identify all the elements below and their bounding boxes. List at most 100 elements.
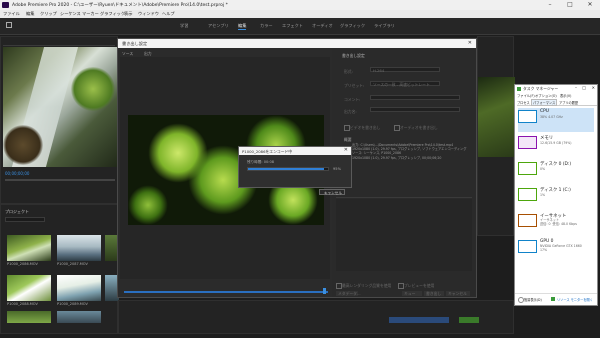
- export-dialog-titlebar: 書き出し設定 ✕: [118, 39, 476, 48]
- home-icon[interactable]: [6, 22, 12, 28]
- menu-file[interactable]: ファイル: [3, 11, 20, 17]
- clip-thumbnail[interactable]: [57, 275, 101, 301]
- tm-perf-gpu[interactable]: GPU 0 NVIDIA GeForce GTX 1660 17%: [518, 238, 594, 262]
- export-dialog-title: 書き出し設定: [122, 41, 148, 46]
- tm-tab-processes[interactable]: プロセス: [517, 100, 530, 105]
- source-monitor-tabs: [3, 39, 115, 46]
- task-manager-minimize[interactable]: –: [575, 85, 577, 90]
- menu-clip[interactable]: クリップ: [40, 11, 57, 17]
- tm-tab-app-history[interactable]: アプリの履歴: [559, 100, 578, 105]
- task-manager-tabs: プロセス パフォーマンス アプリの履歴: [517, 99, 597, 106]
- timeline-track[interactable]: [389, 317, 449, 323]
- ethernet-graph: [518, 214, 537, 227]
- tm-perf-ethernet[interactable]: イーサネット イーサネット 送信: 0 受信: 48.0 Kbps: [518, 212, 594, 236]
- tm-menu-view[interactable]: 表示(V): [560, 93, 571, 98]
- workspace-editing[interactable]: 編集: [238, 23, 247, 30]
- workspace-color[interactable]: カラー: [260, 23, 273, 29]
- progress-bar-fill: [248, 168, 324, 170]
- workspace-assembly[interactable]: アセンブリ: [208, 23, 229, 29]
- source-timecode: 00;00;00;00: [5, 171, 30, 176]
- disk1-graph: [518, 188, 537, 201]
- progress-percent: 95%: [333, 167, 341, 171]
- ethernet-value: イーサネット 送信: 0 受信: 48.0 Kbps: [540, 218, 577, 226]
- clip-thumbnail[interactable]: [57, 311, 101, 323]
- task-manager-window: タスク マネージャー – □ ✕ ファイル(F) オプション(O) 表示(V) …: [514, 84, 598, 306]
- format-select[interactable]: H.264: [370, 67, 440, 73]
- clip-thumbnail[interactable]: [7, 235, 51, 261]
- progress-bar-track: [247, 167, 329, 171]
- output-name-input[interactable]: [370, 107, 460, 112]
- settings-tabs-row: [336, 191, 472, 198]
- queue-button[interactable]: キュー: [402, 291, 422, 296]
- project-panel-toolbar: [5, 325, 115, 331]
- tm-perf-disk1[interactable]: ディスク 1 (C:) 1%: [518, 186, 594, 210]
- tm-footer: 簡易表示(D) リソース モニターを開く: [515, 293, 597, 306]
- task-manager-close[interactable]: ✕: [592, 85, 595, 90]
- use-previews-label: プレビューを使用: [404, 283, 435, 288]
- window-title: Adobe Premiere Pro 2020 - C:\ユーザー\Ryuen\…: [12, 3, 228, 8]
- export-playhead[interactable]: [323, 288, 326, 294]
- clip-thumbnail[interactable]: [57, 235, 101, 261]
- tm-perf-cpu[interactable]: CPU 38% 4.07 GHz: [518, 108, 594, 132]
- progress-dialog-titlebar: P1000_2086をエンコード中 ✕: [239, 147, 351, 155]
- progress-dialog-close-icon[interactable]: ✕: [344, 147, 348, 153]
- task-manager-menu: ファイル(F) オプション(O) 表示(V): [517, 93, 595, 98]
- tm-menu-file[interactable]: ファイル(F): [517, 93, 535, 98]
- menu-marker[interactable]: マーカー: [82, 11, 99, 17]
- export-dialog-close-icon[interactable]: ✕: [468, 40, 472, 46]
- preset-select[interactable]: ソースの一致 - 高速ビットレート: [370, 81, 440, 87]
- project-search-input[interactable]: [5, 217, 45, 222]
- workspace-effects[interactable]: エフェクト: [282, 23, 303, 29]
- disk0-graph: [518, 162, 537, 175]
- menu-graphics[interactable]: グラフィック: [100, 11, 125, 17]
- format-label: 形式:: [344, 69, 353, 74]
- menu-view[interactable]: 表示: [124, 11, 132, 17]
- output-name-label: 出力名:: [344, 109, 357, 114]
- progress-status: 残り時間: 00:08: [247, 160, 275, 164]
- encoding-progress-dialog: P1000_2086をエンコード中 ✕ 残り時間: 00:08 95% キャンセ…: [238, 146, 352, 195]
- source-monitor-panel: 00;00;00;00: [0, 36, 119, 204]
- fewer-details-link[interactable]: 簡易表示(D): [524, 297, 542, 302]
- cpu-value: 38% 4.07 GHz: [540, 115, 563, 119]
- workspace-libraries[interactable]: ライブラリ: [374, 23, 395, 29]
- export-scrub-bar[interactable]: [124, 291, 328, 293]
- workspace-learning[interactable]: 学習: [180, 23, 188, 29]
- export-video-label: ビデオを書き出し: [350, 125, 381, 130]
- clip-name: P1000_2089.MOV: [57, 302, 88, 306]
- menu-window[interactable]: ウィンドウ: [138, 11, 159, 17]
- menu-bar: ファイル 編集 クリップ シーケンス マーカー グラフィック 表示 ウィンドウ …: [0, 10, 600, 18]
- source-transport-controls[interactable]: [31, 188, 91, 194]
- tm-tab-performance[interactable]: パフォーマンス: [531, 99, 558, 106]
- tm-perf-disk0[interactable]: ディスク 0 (D:) 0%: [518, 160, 594, 184]
- metadata-button[interactable]: メタデータ...: [336, 291, 361, 296]
- memory-value: 12.6/15.9 GB (79%): [540, 141, 572, 145]
- clip-thumbnail[interactable]: [7, 275, 51, 301]
- cpu-graph: [518, 110, 537, 123]
- clip-thumbnail[interactable]: [7, 311, 51, 323]
- progress-dialog-title: P1000_2086をエンコード中: [242, 148, 293, 154]
- export-button[interactable]: 書き出し: [424, 291, 444, 296]
- maximize-button[interactable]: □: [560, 0, 580, 10]
- menu-edit[interactable]: 編集: [26, 11, 34, 17]
- comment-input[interactable]: [370, 95, 460, 100]
- menu-sequence[interactable]: シーケンス: [60, 11, 81, 17]
- menu-help[interactable]: ヘルプ: [162, 11, 175, 17]
- tm-perf-memory[interactable]: メモリ 12.6/15.9 GB (79%): [518, 134, 594, 158]
- workspace-audio[interactable]: オーディオ: [312, 23, 333, 29]
- source-scrub-bar[interactable]: [5, 179, 115, 181]
- minimize-button[interactable]: –: [540, 0, 560, 10]
- cancel-export-button[interactable]: キャンセル: [446, 291, 470, 296]
- task-manager-icon: [517, 86, 521, 91]
- resource-monitor-link[interactable]: リソース モニターを開く: [557, 297, 593, 302]
- preset-label: プリセット:: [344, 83, 365, 88]
- summary-source-video: 1920x1080 (1.0), 29.97 fps, プログレッシブ, 00;…: [352, 155, 442, 160]
- tm-menu-options[interactable]: オプション(O): [535, 93, 557, 98]
- memory-graph: [518, 136, 537, 149]
- summary-heading: 概要: [344, 137, 352, 142]
- export-settings-column: 書き出し設定 形式: H.264 プリセット: ソースの一致 - 高速ビットレー…: [332, 49, 476, 297]
- close-button[interactable]: ✕: [580, 0, 600, 10]
- task-manager-titlebar: タスク マネージャー – □ ✕: [515, 85, 597, 92]
- task-manager-maximize[interactable]: □: [582, 85, 586, 90]
- workspace-graphics[interactable]: グラフィック: [340, 23, 365, 29]
- progress-cancel-button[interactable]: キャンセル: [319, 189, 345, 195]
